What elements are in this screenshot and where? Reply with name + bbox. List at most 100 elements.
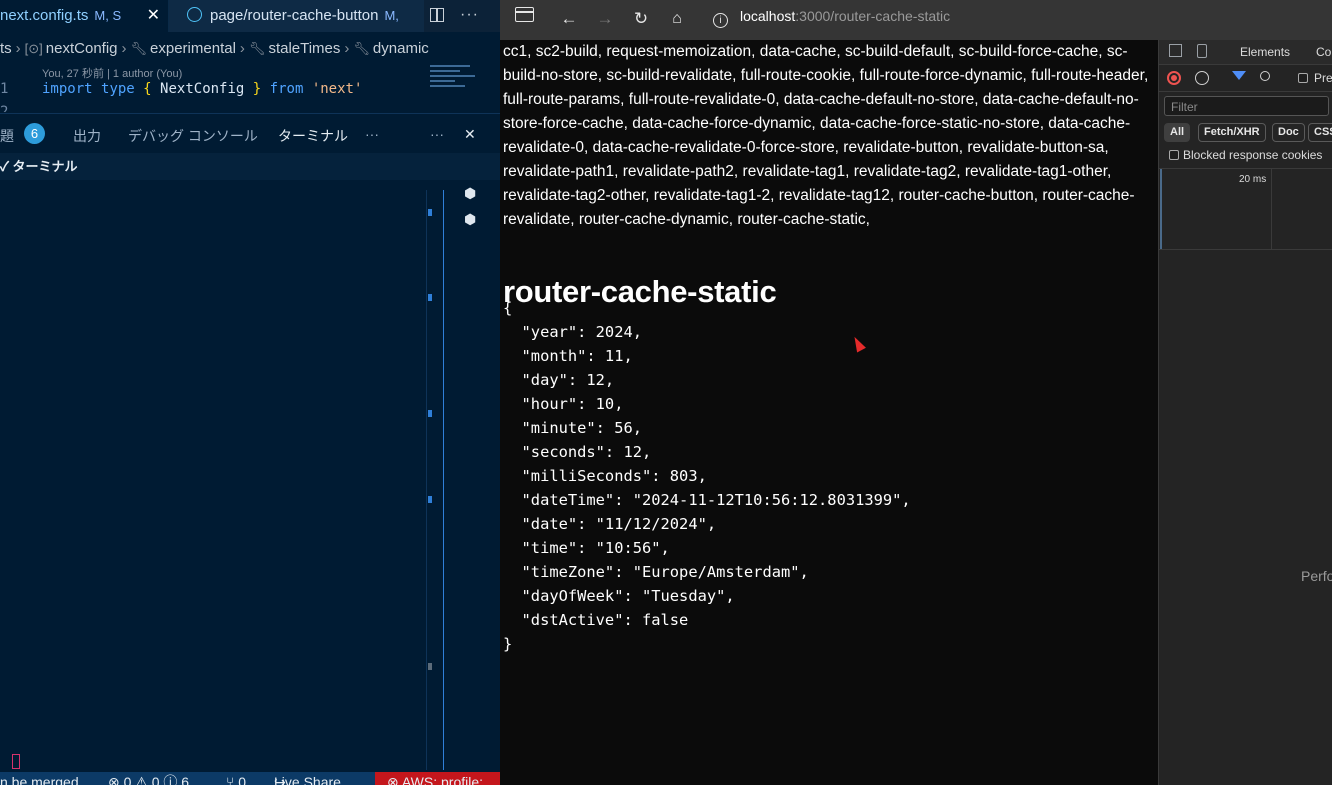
search-icon[interactable] — [1260, 71, 1270, 81]
home-icon[interactable]: ⌂ — [666, 8, 688, 30]
filter-all[interactable]: All — [1164, 123, 1191, 142]
tab-router-cache-button[interactable]: page/router-cache-button M, — [169, 0, 424, 32]
route-list: cc1, sc2-build, request-memoization, dat… — [503, 43, 1149, 228]
tab-label: page/router-cache-button — [210, 7, 379, 24]
terminal-area[interactable] — [0, 180, 500, 772]
timeline-divider — [1271, 169, 1272, 249]
overview-marker — [428, 496, 432, 503]
status-bar: n be merged ⊗ 0 ⚠ 0 ⓘ 6 ⑂ 0 ↪ Live Share… — [0, 772, 500, 785]
filter-css[interactable]: CSS — [1308, 123, 1332, 142]
blocked-cookies-label: Blocked response cookies — [1183, 148, 1323, 162]
code-token: { — [143, 81, 152, 97]
devtools-tab-bar: Elements Co — [1159, 40, 1332, 65]
address-bar[interactable]: i localhost:3000/router-cache-static — [713, 6, 951, 28]
overview-marker — [428, 209, 432, 216]
chevron-right-icon: › — [344, 40, 350, 57]
split-editor-icon[interactable] — [430, 8, 444, 22]
wrench-icon: 🔧︎ — [248, 41, 266, 56]
line-number: 2 — [0, 104, 9, 112]
url-host: localhost — [740, 8, 796, 24]
breadcrumb-item[interactable]: experimental — [150, 40, 236, 57]
vscode-window: next.config.ts M, S ✕ page/router-cache-b… — [0, 0, 500, 785]
filter-input[interactable]: Filter — [1164, 96, 1329, 116]
code-token: 'next' — [311, 81, 363, 97]
site-info-icon[interactable]: i — [713, 13, 728, 28]
tab-elements[interactable]: Elements — [1240, 45, 1290, 59]
close-panel-icon[interactable]: ✕ — [464, 126, 476, 143]
filter-icon[interactable] — [1232, 71, 1246, 80]
code-token: import — [42, 81, 93, 97]
tab-output[interactable]: 出力 — [73, 126, 101, 146]
inspect-element-icon[interactable] — [1169, 44, 1182, 57]
close-icon[interactable]: ✕ — [147, 0, 160, 32]
react-icon — [187, 7, 202, 22]
code-line[interactable]: import type { NextConfig } from 'next' — [42, 81, 362, 97]
tab-debug-console[interactable]: デバッグ コンソール — [128, 126, 258, 146]
breadcrumb-root[interactable]: ts — [0, 40, 12, 57]
code-token: NextConfig — [160, 81, 245, 97]
overview-marker — [428, 663, 432, 670]
status-aws-profile[interactable]: ⊗ AWS: profile: — [375, 772, 500, 785]
status-merge[interactable]: n be merged — [0, 772, 79, 785]
blocked-cookies-checkbox[interactable] — [1169, 150, 1179, 160]
overview-marker — [428, 410, 432, 417]
more-actions-icon[interactable]: ··· — [460, 0, 479, 32]
terminal-header-label: ターミナル — [12, 159, 78, 174]
breadcrumb-item[interactable]: staleTimes — [268, 40, 340, 57]
chevron-right-icon: › — [239, 40, 245, 57]
status-problems[interactable]: ⊗ 0 ⚠ 0 ⓘ 6 — [108, 772, 189, 785]
breadcrumb: ts › [⊙] nextConfig › 🔧︎ experimental › 🔧︎ staleT… — [0, 38, 429, 60]
tab-terminal[interactable]: ターミナル — [278, 126, 348, 155]
live-share-label: Live Share — [274, 774, 341, 785]
clear-icon[interactable] — [1195, 71, 1209, 85]
line-number: 1 — [0, 81, 9, 97]
symbol-variable-icon: [⊙] — [24, 41, 43, 56]
browser-window: ← → ↻ ⌂ i localhost:3000/router-cache-sta… — [500, 0, 1332, 785]
timeline-handle[interactable] — [1160, 169, 1162, 249]
terminal-cursor — [12, 754, 20, 769]
wrench-icon: 🔧︎ — [353, 41, 370, 56]
sidebar-toggle-icon[interactable] — [515, 7, 534, 22]
preserve-log-checkbox[interactable] — [1298, 73, 1308, 83]
git-blame-annotation[interactable]: You, 27 秒前 | 1 author (You) — [42, 65, 182, 81]
code-token: type — [101, 81, 135, 97]
page-content: cc1, sc2-build, request-memoization, dat… — [503, 40, 1153, 785]
tab-label: next.config.ts — [0, 7, 89, 24]
more-tabs-icon[interactable]: ··· — [365, 126, 379, 142]
tab-modified-badge: M, — [384, 8, 399, 23]
chevron-right-icon: › — [121, 40, 127, 57]
reload-icon[interactable]: ↻ — [630, 8, 652, 30]
terminal-header[interactable]: ✓ ターミナル — [0, 153, 500, 180]
tab-console[interactable]: Co — [1316, 45, 1331, 59]
back-icon[interactable]: ← — [558, 8, 580, 30]
network-timeline[interactable]: 20 ms — [1159, 168, 1332, 250]
forward-icon[interactable]: → — [594, 8, 616, 30]
preserve-log-label: Pre — [1314, 71, 1332, 85]
tab-next-config[interactable]: next.config.ts M, S ✕ — [0, 0, 169, 32]
chevron-down-icon: ✓ — [0, 159, 13, 174]
breadcrumb-item[interactable]: nextConfig — [46, 40, 118, 57]
devtools-panel: Elements Co Pre Filter All Fetch/XHR Doc… — [1158, 40, 1332, 785]
filter-fetch-xhr[interactable]: Fetch/XHR — [1198, 123, 1266, 142]
panel-tab-bar: 題 6 出力 デバッグ コンソール ターミナル ··· ··· ✕ — [0, 113, 500, 155]
url-path: :3000/router-cache-static — [795, 8, 951, 24]
terminal-scrollbar[interactable] — [443, 190, 444, 770]
filter-doc[interactable]: Doc — [1272, 123, 1305, 142]
device-toolbar-icon[interactable] — [1197, 44, 1207, 58]
timeline-label: 20 ms — [1239, 174, 1267, 185]
breadcrumb-item[interactable]: dynamic — [373, 40, 429, 57]
network-toolbar: Pre — [1159, 65, 1332, 92]
status-ports[interactable]: ⑂ 0 — [226, 772, 246, 785]
code-token: from — [269, 81, 304, 97]
tab-modified-badge: M, S — [94, 8, 122, 23]
terminal-instance-icon[interactable]: ⬢ — [464, 212, 479, 227]
minimap[interactable] — [430, 62, 485, 98]
more-actions-icon[interactable]: ··· — [430, 126, 444, 142]
record-icon[interactable] — [1167, 71, 1181, 85]
code-token: } — [252, 81, 262, 97]
tab-problems[interactable]: 題 — [0, 126, 14, 146]
browser-toolbar: ← → ↻ ⌂ i localhost:3000/router-cache-sta… — [500, 0, 1332, 40]
divider — [426, 190, 427, 770]
terminal-instance-icon[interactable]: ⬢ — [464, 186, 479, 201]
overview-marker — [428, 294, 432, 301]
